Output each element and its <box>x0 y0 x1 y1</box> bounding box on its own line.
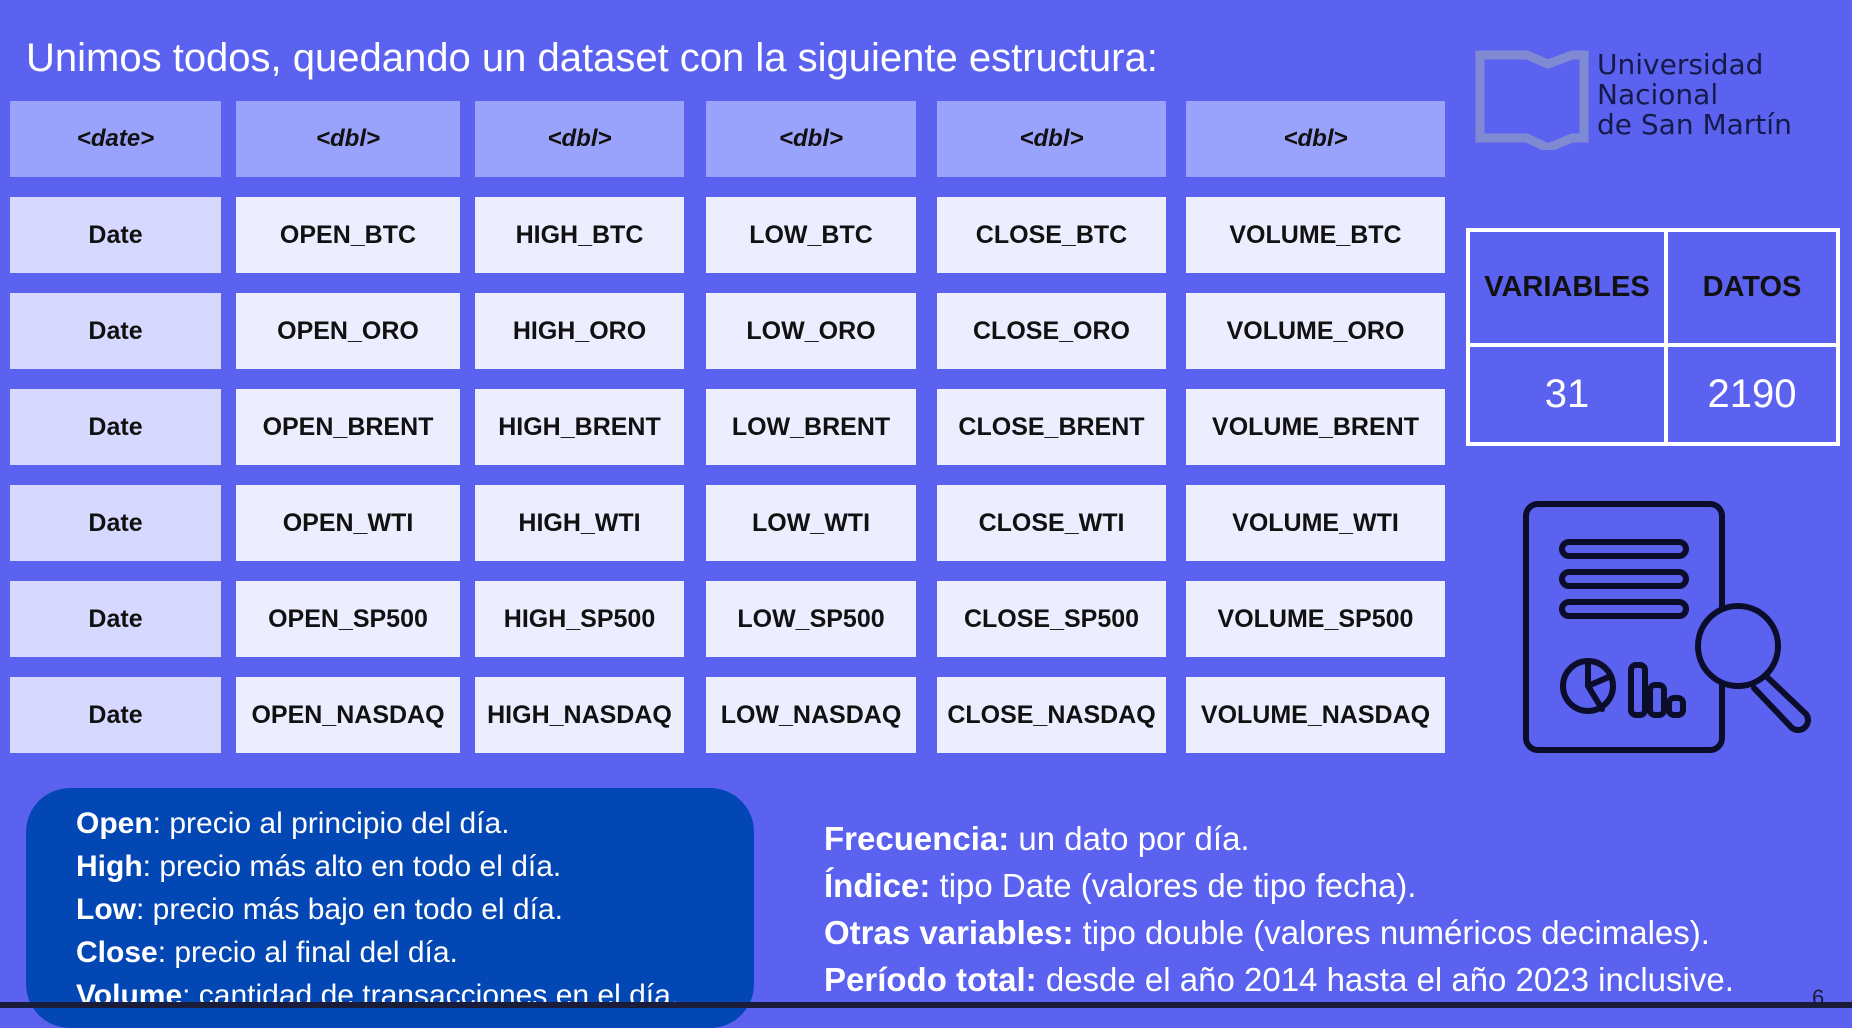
variables-header: VARIABLES <box>1484 271 1650 303</box>
table-cell-close: CLOSE_NASDAQ <box>937 677 1166 753</box>
table-cell-close: CLOSE_WTI <box>937 485 1166 561</box>
table-cell-date: Date <box>10 197 221 273</box>
table-cell-open: OPEN_BRENT <box>236 389 460 465</box>
info-label: Frecuencia: <box>824 820 1010 857</box>
table-cell-low: LOW_BTC <box>706 197 916 273</box>
datos-header: DATOS <box>1702 271 1802 303</box>
type-header-open: <dbl> <box>236 101 460 177</box>
variables-value: 31 <box>1544 372 1590 416</box>
table-cell-close: CLOSE_ORO <box>937 293 1166 369</box>
table-cell-open: OPEN_WTI <box>236 485 460 561</box>
table-cell-high: HIGH_ORO <box>475 293 684 369</box>
definition-item: High: precio más alto en todo el día. <box>76 845 679 888</box>
definition-text: : precio al principio del día. <box>152 807 510 840</box>
definition-term: Low <box>76 893 136 926</box>
table-cell-high: HIGH_BTC <box>475 197 684 273</box>
table-cell-volume: VOLUME_BTC <box>1186 197 1445 273</box>
table-cell-volume: VOLUME_SP500 <box>1186 581 1445 657</box>
table-cell-date: Date <box>10 485 221 561</box>
info-item: Índice: tipo Date (valores de tipo fecha… <box>824 862 1734 909</box>
table-cell-close: CLOSE_BRENT <box>937 389 1166 465</box>
info-text: un dato por día. <box>1009 820 1250 857</box>
page-number: 6 <box>1812 985 1825 1010</box>
table-cell-date: Date <box>10 677 221 753</box>
logo-line-1: Universidad <box>1597 48 1764 81</box>
table-cell-low: LOW_BRENT <box>706 389 916 465</box>
table-cell-volume: VOLUME_WTI <box>1186 485 1445 561</box>
definitions-list: Open: precio al principio del día. High: … <box>76 802 679 1017</box>
definition-text: : precio más alto en todo el día. <box>142 850 562 883</box>
table-cell-close: CLOSE_SP500 <box>937 581 1166 657</box>
dataset-info: Frecuencia: un dato por día. Índice: tipo… <box>824 815 1734 1003</box>
definition-term: Open <box>76 807 153 840</box>
info-label: Período total: <box>824 961 1037 998</box>
table-cell-low: LOW_NASDAQ <box>706 677 916 753</box>
info-label: Otras variables: <box>824 914 1074 951</box>
table-cell-low: LOW_SP500 <box>706 581 916 657</box>
info-label: Índice: <box>824 867 931 904</box>
definition-item: Close: precio al final del día. <box>76 931 679 974</box>
info-item: Otras variables: tipo double (valores nu… <box>824 909 1734 956</box>
bottom-bar <box>0 1002 1852 1008</box>
datos-value: 2190 <box>1707 372 1797 416</box>
table-cell-volume: VOLUME_NASDAQ <box>1186 677 1445 753</box>
info-item: Período total: desde el año 2014 hasta e… <box>824 956 1734 1003</box>
info-text: desde el año 2014 hasta el año 2023 incl… <box>1036 961 1734 998</box>
table-cell-date: Date <box>10 293 221 369</box>
table-cell-open: OPEN_SP500 <box>236 581 460 657</box>
stats-table: VARIABLES DATOS 31 2190 <box>1466 228 1840 446</box>
table-cell-high: HIGH_NASDAQ <box>475 677 684 753</box>
table-cell-low: LOW_WTI <box>706 485 916 561</box>
type-header-high: <dbl> <box>475 101 684 177</box>
info-item: Frecuencia: un dato por día. <box>824 815 1734 862</box>
table-cell-open: OPEN_NASDAQ <box>236 677 460 753</box>
logo-line-2: Nacional <box>1597 78 1719 111</box>
table-cell-volume: VOLUME_BRENT <box>1186 389 1445 465</box>
definition-item: Low: precio más bajo en todo el día. <box>76 888 679 931</box>
info-text: tipo Date (valores de tipo fecha). <box>930 867 1417 904</box>
type-header-volume: <dbl> <box>1186 101 1445 177</box>
report-analysis-icon <box>1523 501 1811 753</box>
definition-term: Close <box>76 936 158 969</box>
definition-item: Volume: cantidad de transacciones en el … <box>76 974 679 1017</box>
table-cell-high: HIGH_SP500 <box>475 581 684 657</box>
definition-text: : precio más bajo en todo el día. <box>136 893 563 926</box>
table-cell-open: OPEN_ORO <box>236 293 460 369</box>
definition-term: High <box>76 850 143 883</box>
table-cell-low: LOW_ORO <box>706 293 916 369</box>
slide-title: Unimos todos, quedando un dataset con la… <box>26 36 1158 80</box>
definition-item: Open: precio al principio del día. <box>76 802 679 845</box>
table-cell-date: Date <box>10 581 221 657</box>
type-header-close: <dbl> <box>937 101 1166 177</box>
table-cell-high: HIGH_BRENT <box>475 389 684 465</box>
definitions-box: Open: precio al principio del día. High: … <box>26 788 754 1028</box>
type-header-date: <date> <box>10 101 221 177</box>
logo-line-3: de San Martín <box>1597 108 1792 141</box>
table-cell-high: HIGH_WTI <box>475 485 684 561</box>
table-cell-open: OPEN_BTC <box>236 197 460 273</box>
table-cell-volume: VOLUME_ORO <box>1186 293 1445 369</box>
info-text: tipo double (valores numéricos decimales… <box>1073 914 1710 951</box>
type-header-low: <dbl> <box>706 101 916 177</box>
university-logo-text: Universidad Nacional de San Martín <box>1597 50 1792 140</box>
table-cell-close: CLOSE_BTC <box>937 197 1166 273</box>
table-cell-date: Date <box>10 389 221 465</box>
definition-text: : precio al final del día. <box>157 936 458 969</box>
